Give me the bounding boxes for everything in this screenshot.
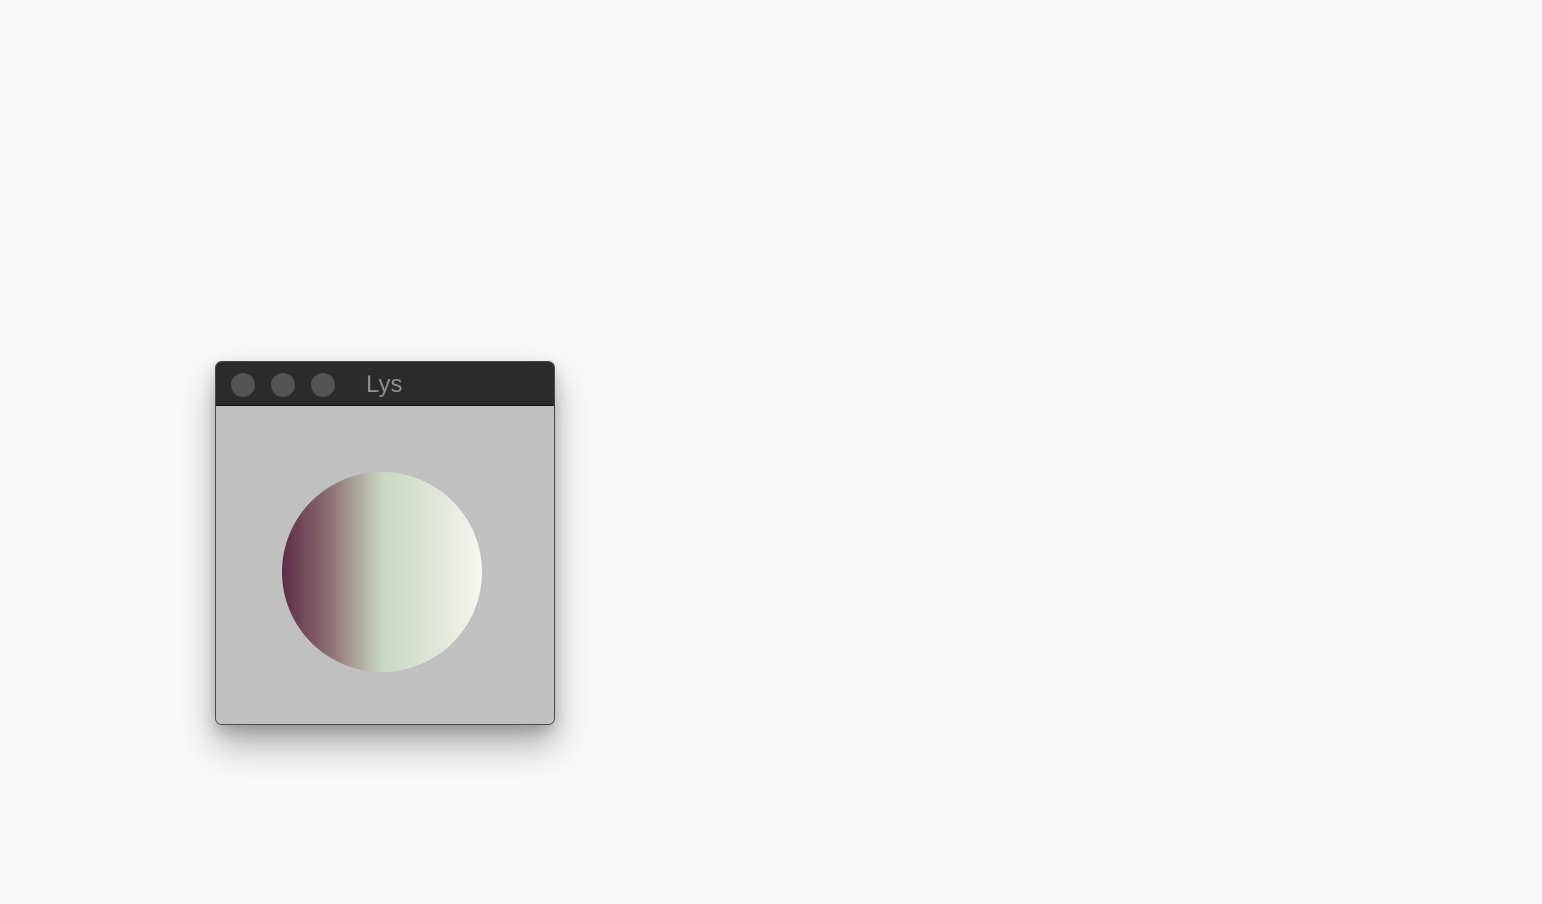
- zoom-button-icon[interactable]: [311, 373, 335, 397]
- window-title: Lys: [366, 371, 403, 398]
- close-button-icon[interactable]: [231, 373, 255, 397]
- window-titlebar[interactable]: Lys: [216, 362, 554, 406]
- gradient-orb: [282, 472, 482, 672]
- window-content: [216, 406, 554, 724]
- minimize-button-icon[interactable]: [271, 373, 295, 397]
- app-window: Lys: [215, 361, 555, 725]
- desktop: Lys: [0, 0, 1542, 904]
